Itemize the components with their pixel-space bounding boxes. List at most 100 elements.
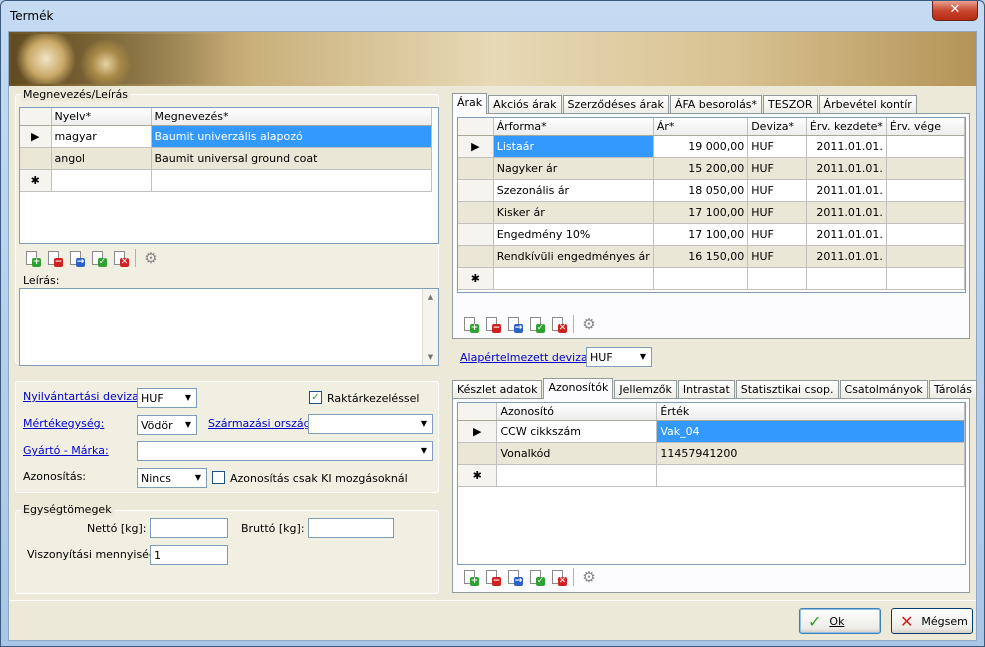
tab-teszor[interactable]: TESZOR — [763, 95, 818, 114]
chevron-down-icon: ▼ — [184, 393, 192, 402]
tab-storage[interactable]: Tárolás — [928, 380, 977, 399]
tab-stock-data[interactable]: Készlet adatok — [452, 380, 543, 399]
new-row-marker: ✱ — [458, 267, 494, 290]
banner-artwork — [11, 34, 231, 84]
new-row-marker: ✱ — [20, 169, 52, 192]
tab-stat-groups[interactable]: Statisztikai csop. — [735, 380, 839, 399]
gear-icon[interactable]: ⚙ — [142, 249, 160, 267]
gear-icon[interactable]: ⚙ — [580, 568, 598, 586]
col-header-value[interactable]: Érték — [656, 403, 965, 421]
table-row[interactable]: Kisker ár 17 100,00 HUF 2011.01.01. — [458, 201, 965, 224]
ident-select[interactable]: Nincs ▼ — [137, 468, 207, 488]
table-row[interactable]: Rendkívüli engedményes ár 16 150,00 HUF … — [458, 245, 965, 268]
unit-link[interactable]: Mértékegység: — [23, 417, 104, 430]
net-label: Nettó [kg]: — [87, 522, 147, 535]
new-row[interactable]: ✱ — [20, 169, 432, 192]
delete-row-icon[interactable]: ✕ — [111, 249, 129, 267]
new-row-marker: ✱ — [458, 464, 498, 487]
confirm-row-icon[interactable]: ✓ — [89, 249, 107, 267]
tab-vat[interactable]: ÁFA besorolás* — [669, 95, 763, 114]
table-row[interactable]: ▶ Listaár 19 000,00 HUF 2011.01.01. — [458, 135, 965, 158]
table-row[interactable]: Engedmény 10% 17 100,00 HUF 2011.01.01. — [458, 223, 965, 246]
ident-only-out-checkbox[interactable] — [212, 471, 225, 484]
col-header-name[interactable]: Megnevezés* — [151, 108, 432, 126]
table-row[interactable]: ▶ magyar Baumit univerzális alapozó — [20, 125, 432, 148]
dialog-window: Termék ✕ Megnevezés/Leírás Nyelv* Megnev… — [0, 0, 985, 647]
currency-select[interactable]: HUF ▼ — [137, 388, 197, 408]
table-row[interactable]: Szezonális ár 18 050,00 HUF 2011.01.01. — [458, 179, 965, 202]
maker-link[interactable]: Gyártó - Márka: — [23, 444, 109, 457]
confirm-row-icon[interactable]: ✓ — [527, 568, 545, 586]
remove-row-icon[interactable]: − — [45, 249, 63, 267]
identifiers-grid[interactable]: Azonosító Érték ▶ CCW cikkszám Vak_04 Vo… — [457, 402, 966, 565]
ident-label: Azonosítás: — [23, 470, 87, 483]
cell-name[interactable]: Baumit univerzális alapozó — [151, 125, 432, 148]
remove-row-icon[interactable]: − — [483, 315, 501, 333]
close-button[interactable]: ✕ — [932, 1, 978, 21]
gear-icon[interactable]: ⚙ — [580, 315, 598, 333]
ok-button[interactable]: ✓ Ok — [799, 608, 881, 634]
current-row-marker: ▶ — [20, 125, 52, 148]
col-header-currency[interactable]: Deviza* — [747, 118, 807, 136]
id-tabbar: Készlet adatok Azonosítók Jellemzők Intr… — [452, 378, 978, 399]
cell-lang[interactable]: magyar — [51, 125, 152, 148]
col-header-price[interactable]: Ár* — [653, 118, 749, 136]
col-header-identifier[interactable]: Azonosító — [496, 403, 658, 421]
ident-only-out-label: Azonosítás csak KI mozgásoknál — [230, 472, 408, 485]
unit-select[interactable]: Vödör ▼ — [137, 415, 197, 435]
default-currency-link[interactable]: Alapértelmezett deviza: — [460, 351, 591, 364]
tab-prices[interactable]: Árak — [452, 93, 488, 114]
delete-row-icon[interactable]: ✕ — [549, 568, 567, 586]
table-row[interactable]: Vonalkód 11457941200 — [458, 442, 965, 465]
table-row[interactable]: ▶ CCW cikkszám Vak_04 — [458, 420, 965, 443]
col-header-start[interactable]: Érv. kezdete* — [806, 118, 887, 136]
tab-contract-prices[interactable]: Szerződéses árak — [562, 95, 669, 114]
table-row[interactable]: angol Baumit universal ground coat — [20, 147, 432, 170]
col-header-lang[interactable]: Nyelv* — [51, 108, 152, 126]
add-row-icon[interactable]: + — [461, 568, 479, 586]
chevron-down-icon: ▼ — [420, 446, 428, 455]
gross-input[interactable] — [308, 518, 394, 538]
prices-grid[interactable]: Árforma* Ár* Deviza* Érv. kezdete* Érv. … — [457, 117, 966, 293]
names-grid[interactable]: Nyelv* Megnevezés* ▶ magyar Baumit unive… — [19, 107, 439, 244]
chevron-down-icon: ▼ — [639, 352, 647, 361]
move-row-icon[interactable]: → — [505, 315, 523, 333]
ratio-input[interactable]: 1 — [150, 545, 228, 565]
new-row[interactable]: ✱ — [458, 464, 965, 487]
cell-lang[interactable]: angol — [51, 147, 152, 170]
description-scrollbar[interactable]: ▲ ▼ — [422, 289, 438, 365]
description-textarea[interactable]: ▲ ▼ — [19, 288, 439, 366]
table-row[interactable]: Nagyker ár 15 200,00 HUF 2011.01.01. — [458, 157, 965, 180]
origin-select[interactable]: ▼ — [308, 414, 433, 434]
origin-link[interactable]: Származási ország: — [208, 417, 314, 430]
tab-properties[interactable]: Jellemzők — [614, 380, 677, 399]
add-row-icon[interactable]: + — [23, 249, 41, 267]
tab-intrastat[interactable]: Intrastat — [677, 380, 735, 399]
prices-toolbar: + − → ✓ ✕ ⚙ — [461, 313, 598, 335]
default-currency-select[interactable]: HUF ▼ — [586, 347, 652, 367]
col-header-end[interactable]: Érv. vége — [886, 118, 965, 136]
confirm-row-icon[interactable]: ✓ — [527, 315, 545, 333]
cell-name[interactable]: Baumit universal ground coat — [151, 147, 432, 170]
move-row-icon[interactable]: → — [67, 249, 85, 267]
maker-select[interactable]: ▼ — [137, 441, 433, 461]
tab-attachments[interactable]: Csatolmányok — [839, 380, 928, 399]
move-row-icon[interactable]: → — [505, 568, 523, 586]
add-row-icon[interactable]: + — [461, 315, 479, 333]
tab-promo-prices[interactable]: Akciós árak — [488, 95, 562, 114]
inventory-checkbox[interactable]: ✓ — [309, 391, 322, 404]
names-group-label: Megnevezés/Leírás — [21, 88, 130, 101]
remove-row-icon[interactable]: − — [483, 568, 501, 586]
net-input[interactable] — [150, 518, 228, 538]
scroll-up-icon[interactable]: ▲ — [423, 293, 438, 301]
ratio-label: Viszonyítási mennyiség: — [27, 548, 160, 561]
delete-row-icon[interactable]: ✕ — [549, 315, 567, 333]
check-icon: ✓ — [808, 611, 822, 631]
scroll-down-icon[interactable]: ▼ — [423, 353, 438, 361]
col-header-form[interactable]: Árforma* — [493, 118, 654, 136]
tab-revenue[interactable]: Árbevétel kontír — [818, 95, 917, 114]
currency-link[interactable]: Nyilvántartási deviza:* — [23, 390, 148, 403]
new-row[interactable]: ✱ — [458, 267, 965, 290]
cancel-button[interactable]: ✕ Mégsem — [891, 608, 973, 634]
tab-identifiers[interactable]: Azonosítók — [543, 378, 614, 399]
